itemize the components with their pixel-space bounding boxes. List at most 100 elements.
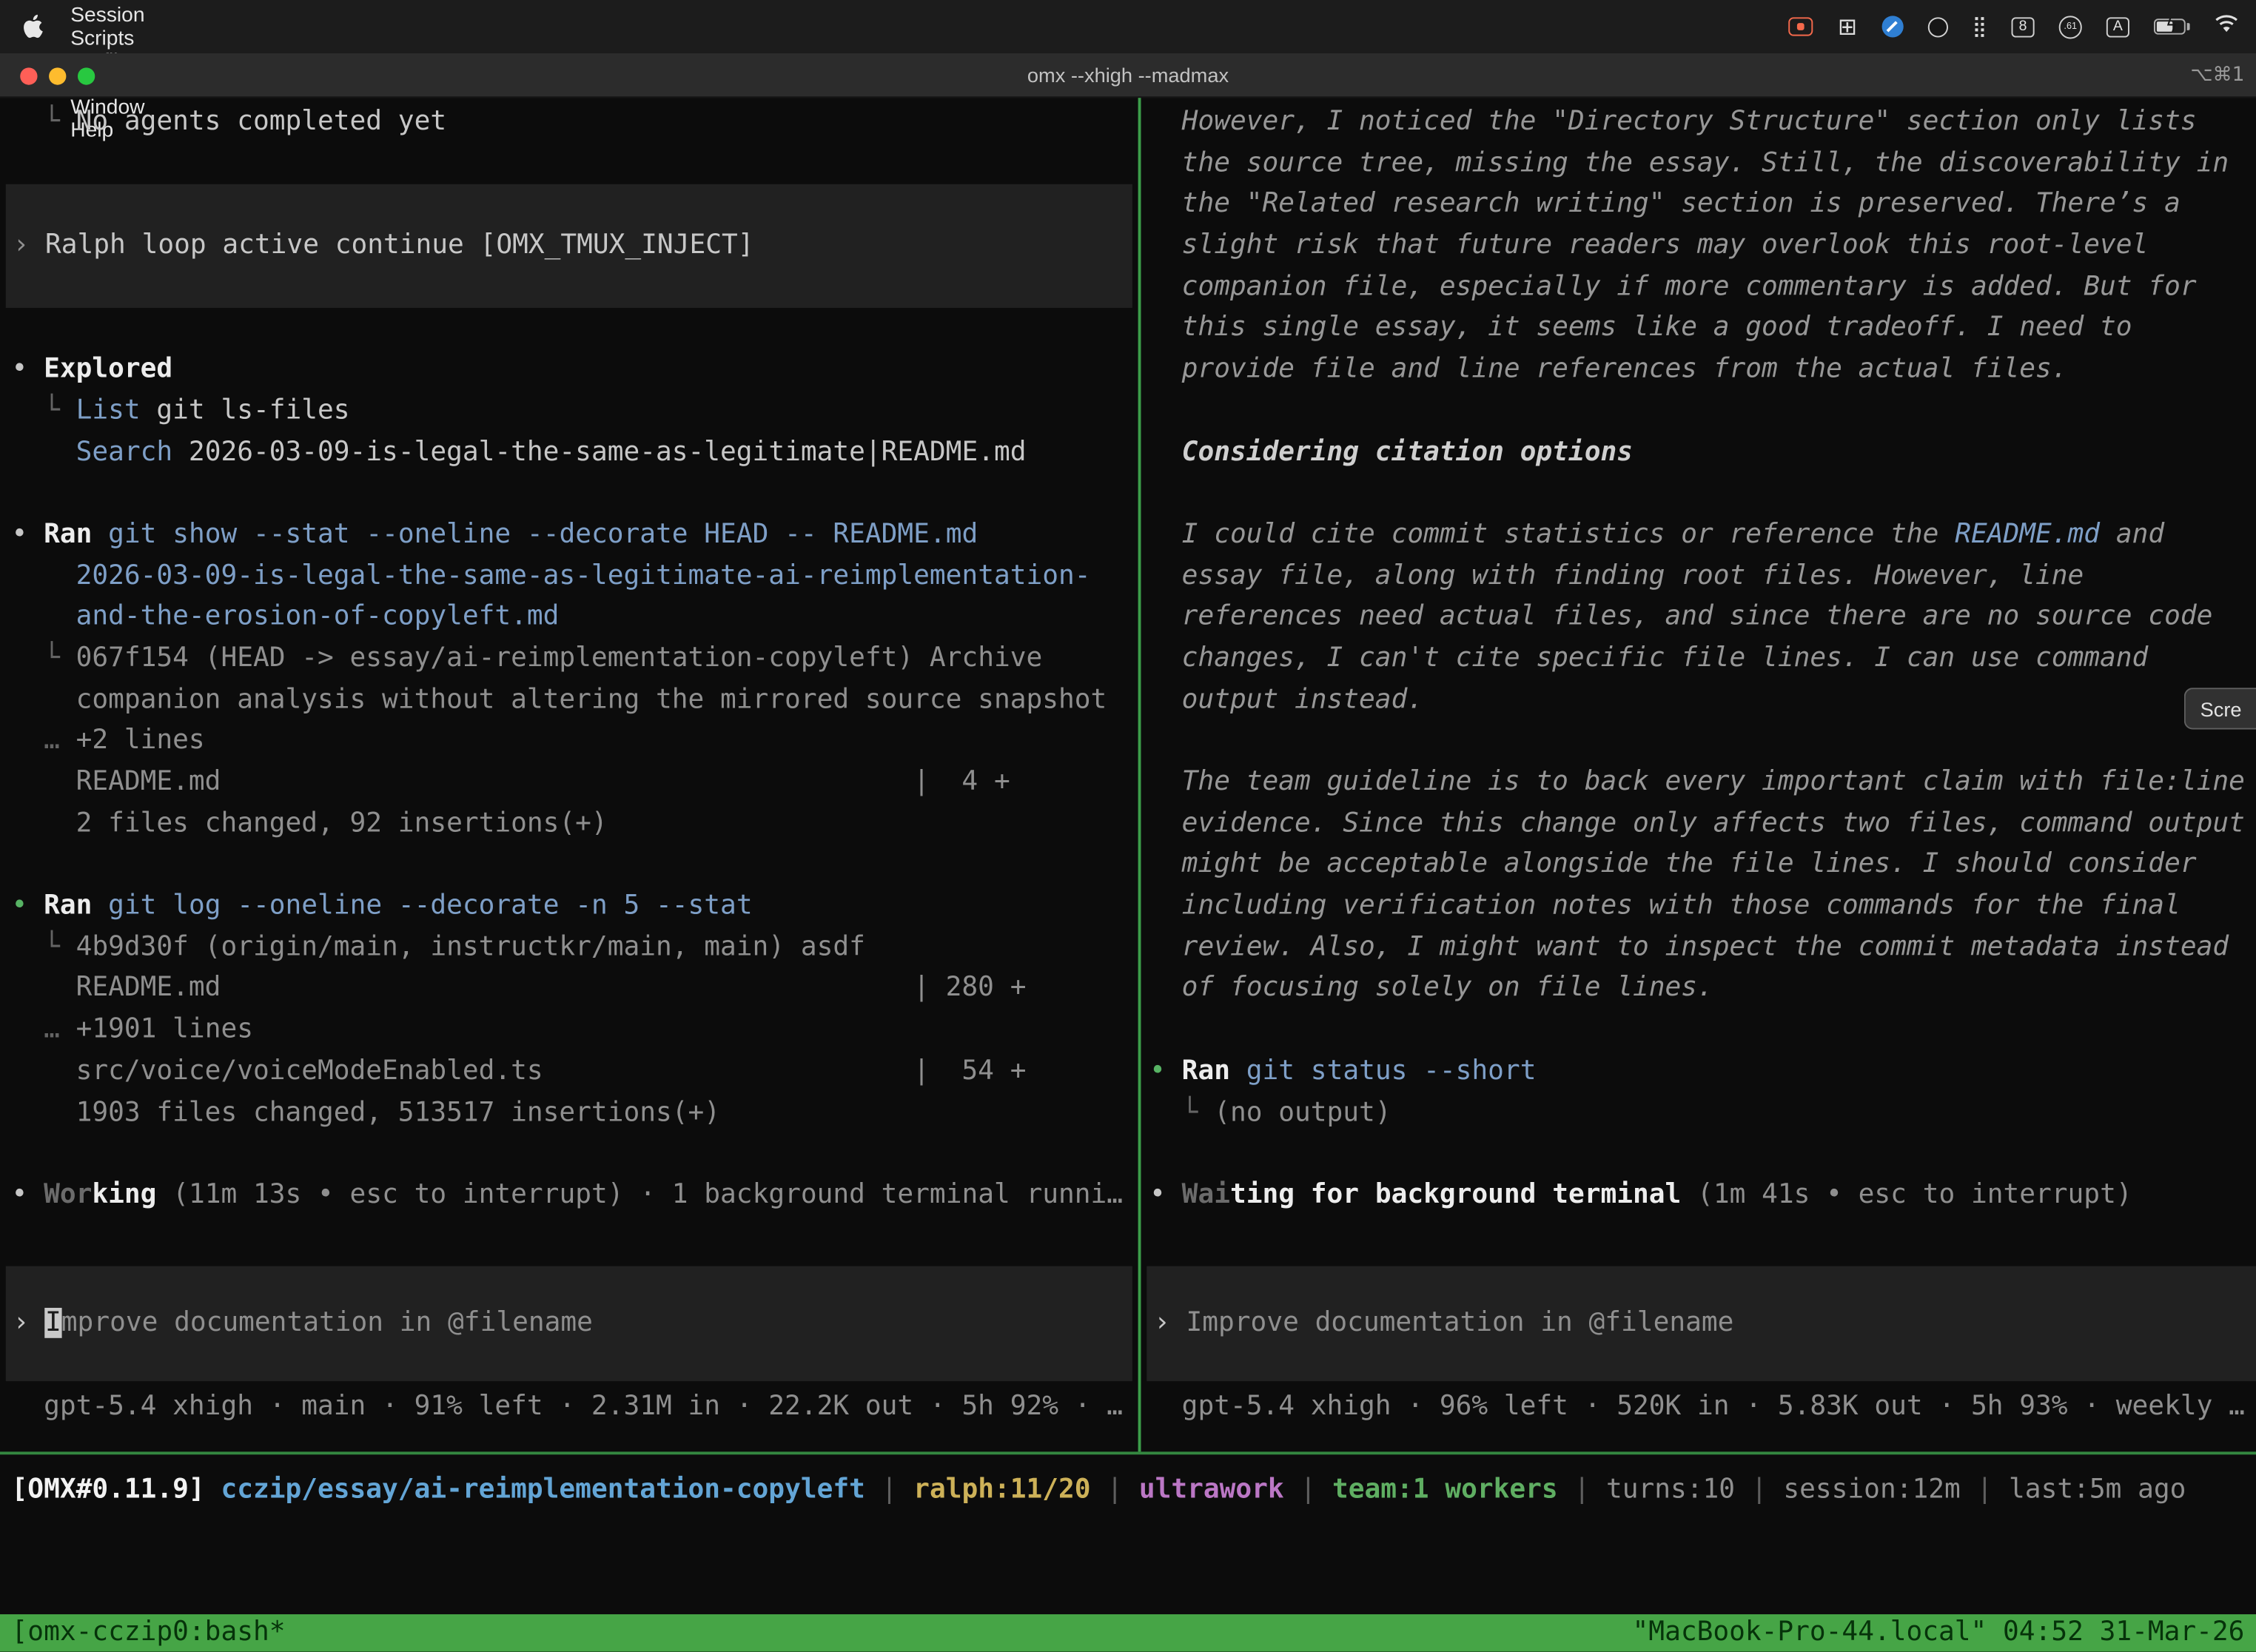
input-source-icon[interactable]: A [2106, 16, 2129, 36]
dots-grid-icon[interactable]: ⣿ [1973, 16, 1987, 36]
text-segment: review. Also, I might want to inspect th… [1149, 932, 2229, 962]
terminal-line: However, I noticed the "Directory Struct… [1141, 102, 2256, 144]
terminal-line: • Working (11m 13s • esc to interrupt) ·… [0, 1175, 1138, 1217]
terminal-line: 2 files changed, 92 insertions(+) [0, 804, 1138, 845]
terminal-line: this single essay, it seems like a good … [1141, 309, 2256, 350]
text-segment: └ [1149, 1097, 1214, 1127]
text-segment: • [12, 1180, 44, 1210]
text-segment: Wor [44, 1180, 92, 1210]
text-segment: including verification notes with those … [1149, 890, 2181, 921]
text-segment [1149, 437, 1182, 467]
menu-item-session[interactable]: Session [52, 4, 164, 27]
banner-prompt: › [13, 230, 45, 261]
text-segment: git show --stat --oneline --decorate HEA… [108, 520, 978, 550]
left-pane-scrollback: └ No agents completed yet › Ralph loop a… [0, 98, 1138, 1217]
tmux-status-bar: [omx-cczip0:bash* "MacBook-Pro-44.local"… [0, 1614, 2256, 1652]
text-segment [12, 725, 44, 756]
left-transcript: • Explored └ List git ls-files Search 20… [0, 309, 1138, 1217]
pane-bottom-border [0, 1451, 2256, 1454]
terminal-line [0, 309, 1138, 350]
text-segment: 2 files changed, 92 insertions(+) [12, 808, 608, 839]
text-segment: changes, I can't cite specific file line… [1149, 643, 2148, 674]
terminal-line: review. Also, I might want to inspect th… [1141, 927, 2256, 969]
terminal-line [0, 474, 1138, 515]
command-input[interactable]: › Improve documentation in @filename [1147, 1266, 2256, 1382]
text-segment: [OMX#0.11.9] [12, 1474, 221, 1505]
key-icon[interactable]: 8 [2012, 16, 2035, 36]
text-segment: evidence. Since this change only affects… [1149, 808, 2245, 839]
text-segment [12, 1015, 44, 1045]
command-input[interactable]: › Improve documentation in @filename [6, 1266, 1132, 1382]
text-segment [92, 520, 108, 550]
terminal-line: including verification notes with those … [1141, 887, 2256, 928]
text-segment: might be acceptable alongside the file l… [1149, 850, 2196, 880]
text-segment: README.md | 4 + [12, 767, 1010, 797]
terminal-line: provide file and line references from th… [1141, 350, 2256, 392]
text-segment: Ran [44, 890, 92, 921]
text-segment: However, I noticed the "Directory Struct… [1149, 107, 2196, 137]
text-segment: and [2100, 519, 2164, 549]
screen-recording-indicator-icon[interactable] [1789, 17, 1813, 36]
grid-icon[interactable]: ⊞ [1838, 15, 1857, 38]
text-segment: Ran [1182, 1055, 1230, 1086]
tooltip-text: Scre [2200, 697, 2242, 720]
terminal-line: might be acceptable alongside the file l… [1141, 845, 2256, 887]
screen: iTerm2ShellEditViewSessionScriptsProfile… [0, 0, 2256, 1652]
close-button[interactable] [20, 67, 37, 84]
text-segment: └ [12, 107, 76, 137]
terminal-line [1141, 1010, 2256, 1052]
model-status-line: gpt-5.4 xhigh · main · 91% left · 2.31M … [0, 1386, 1138, 1428]
terminal-line: • Ran git log --oneline --decorate -n 5 … [0, 887, 1138, 928]
terminal-line: └ (no output) [1141, 1092, 2256, 1134]
menu-item-scripts[interactable]: Scripts [52, 27, 164, 50]
terminal-line [0, 144, 1138, 185]
terminal-line: Considering citation options [1141, 432, 2256, 474]
text-segment: (no output) [1214, 1097, 1391, 1127]
text-segment: README.md [1955, 519, 2100, 549]
text-segment: | [865, 1474, 913, 1505]
terminal-line: 1903 files changed, 513517 insertions(+) [0, 1092, 1138, 1134]
minimize-button[interactable] [49, 67, 66, 84]
right-pane-scrollback: However, I noticed the "Directory Struct… [1141, 98, 2256, 1216]
text-segment: Ran [44, 520, 92, 550]
terminal-line [0, 1134, 1138, 1175]
battery-nub-icon [2187, 23, 2190, 30]
text-segment: • [12, 520, 44, 550]
circle-app-icon[interactable] [1927, 16, 1947, 36]
text-segment: 067f154 (HEAD -> essay/ai-reimplementati… [76, 643, 1043, 674]
text-segment: provide file and line references from th… [1149, 354, 2067, 384]
terminal-line: I could cite commit statistics or refere… [1141, 515, 2256, 557]
terminal-line [1141, 474, 2256, 515]
percent-badge-icon[interactable]: .61 [2059, 15, 2082, 38]
text-segment: (11m 13s • esc to interrupt) · 1 backgro… [156, 1180, 1123, 1210]
window-shortcut: ⌥⌘1 [2190, 64, 2244, 87]
text-segment: of focusing solely on file lines. [1149, 973, 1713, 1004]
terminal-line [1141, 1134, 2256, 1175]
apple-menu-icon[interactable] [23, 14, 43, 38]
text-segment: List [76, 395, 141, 426]
text-segment: and-the-erosion-of-copyleft.md [76, 602, 560, 632]
text-segment: └ [12, 395, 76, 426]
compass-icon[interactable] [1881, 16, 1903, 37]
terminal-line: The team guideline is to back every impo… [1141, 762, 2256, 804]
wifi-icon[interactable] [2215, 14, 2239, 38]
text-segment: team:1 workers [1332, 1474, 1558, 1505]
text-segment [92, 890, 108, 921]
text-segment: the source tree, missing the essay. Stil… [1149, 148, 2229, 178]
text-segment: king [92, 1180, 156, 1210]
window-title: omx --xhigh --madmax [1027, 64, 1229, 87]
terminal-line: • Ran git status --short [1141, 1052, 2256, 1093]
zoom-button[interactable] [78, 67, 95, 84]
terminal-line: • Ran git show --stat --oneline --decora… [0, 515, 1138, 557]
terminal-line: of focusing solely on file lines. [1141, 969, 2256, 1010]
battery-icon[interactable]: ϟ [2154, 19, 2190, 34]
tmux-host-clock: "MacBook-Pro-44.local" 04:52 31-Mar-26 [1633, 1614, 2245, 1652]
terminal-line [1141, 721, 2256, 762]
window-title-bar[interactable]: omx --xhigh --madmax ⌥⌘1 [0, 53, 2256, 98]
text-segment: The team guideline is to back every impo… [1149, 767, 2245, 797]
terminal-line: • Waiting for background terminal (1m 41… [1141, 1175, 2256, 1217]
input-prompt: › [1154, 1307, 1186, 1337]
text-segment: ting for background terminal [1230, 1180, 1681, 1210]
terminal-line: the "Related research writing" section i… [1141, 185, 2256, 226]
text-segment: output instead. [1149, 685, 1423, 715]
